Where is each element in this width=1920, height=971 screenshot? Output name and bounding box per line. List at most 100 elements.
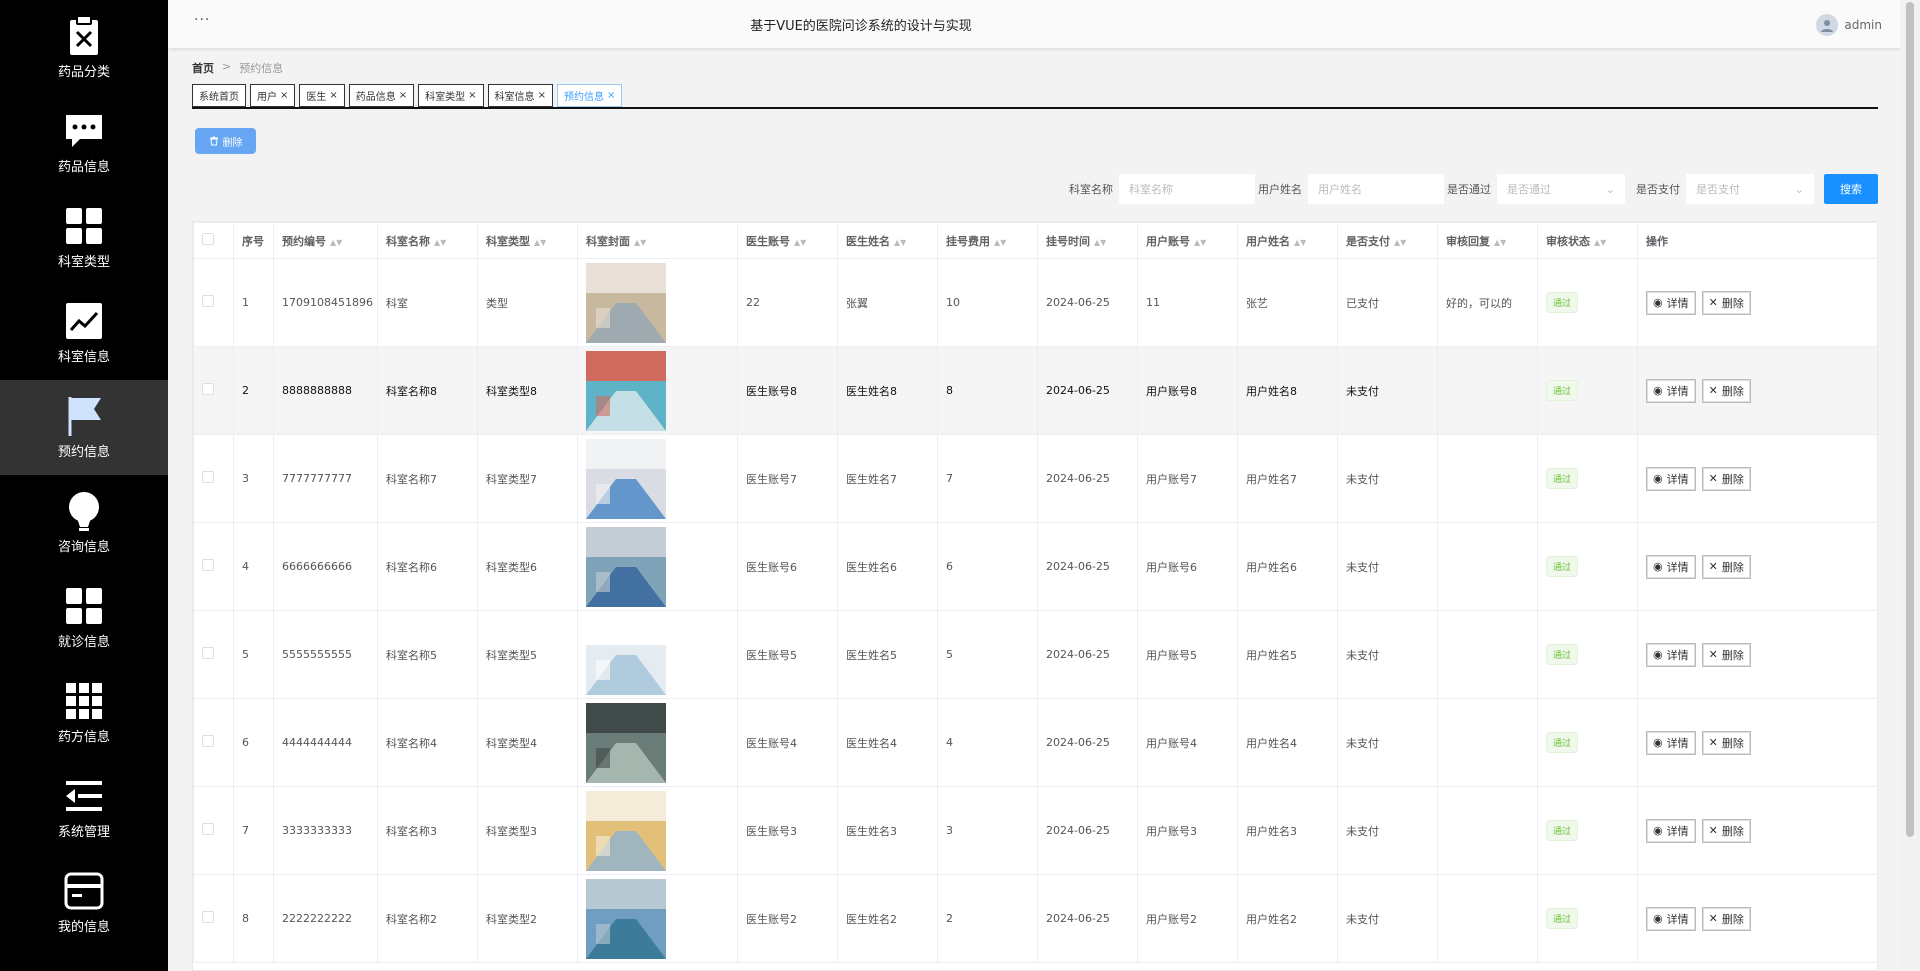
close-icon[interactable]: × <box>399 90 407 101</box>
detail-button[interactable]: ◉ 详情 <box>1646 290 1696 315</box>
sort-icon[interactable]: ▲▼ <box>1594 238 1606 247</box>
row-checkbox[interactable] <box>202 295 214 307</box>
table-row[interactable]: 1 1709108451896 科室 类型 22 张翼 10 2024-06-25 11 张艺 已支… <box>193 258 1877 347</box>
column-header[interactable]: 审核状态 ▲▼ <box>1537 222 1638 259</box>
column-header[interactable]: 审核回复 ▲▼ <box>1437 222 1538 259</box>
close-icon[interactable]: × <box>607 90 615 101</box>
department-cover-image[interactable] <box>586 262 666 343</box>
sort-icon[interactable]: ▲▼ <box>994 238 1006 247</box>
column-header[interactable]: 预约编号 ▲▼ <box>273 222 378 259</box>
sort-icon[interactable]: ▲▼ <box>330 238 342 247</box>
close-icon[interactable]: × <box>538 90 546 101</box>
row-checkbox[interactable] <box>202 823 214 835</box>
tab[interactable]: 用户 × <box>250 84 296 107</box>
tab[interactable]: 医生 × <box>299 84 345 107</box>
sort-icon[interactable]: ▲▼ <box>1394 238 1406 247</box>
column-header[interactable]: 科室封面 ▲▼ <box>577 222 738 259</box>
department-cover-image[interactable] <box>586 350 666 431</box>
sort-icon[interactable]: ▲▼ <box>634 238 646 247</box>
delete-button[interactable]: ✕ 删除 <box>1701 906 1751 931</box>
tab[interactable]: 药品信息 × <box>348 84 415 107</box>
row-checkbox[interactable] <box>202 383 214 395</box>
user-menu[interactable]: admin <box>1816 14 1882 36</box>
detail-button[interactable]: ◉ 详情 <box>1646 378 1696 403</box>
delete-button[interactable]: ✕ 删除 <box>1701 818 1751 843</box>
sort-icon[interactable]: ▲▼ <box>1094 238 1106 247</box>
column-header[interactable]: 医生账号 ▲▼ <box>737 222 838 259</box>
column-header[interactable]: 用户姓名 ▲▼ <box>1237 222 1338 259</box>
sidebar-item[interactable]: 药品信息 <box>0 95 168 190</box>
detail-button[interactable]: ◉ 详情 <box>1646 554 1696 579</box>
sidebar-item[interactable]: 药品分类 <box>0 0 168 95</box>
delete-button[interactable]: ✕ 删除 <box>1701 642 1751 667</box>
sort-icon[interactable]: ▲▼ <box>534 238 546 247</box>
sort-icon[interactable]: ▲▼ <box>894 238 906 247</box>
close-icon[interactable]: × <box>468 90 476 101</box>
sidebar-item[interactable]: 预约信息 <box>0 380 168 475</box>
column-header[interactable]: 挂号费用 ▲▼ <box>937 222 1038 259</box>
column-header[interactable]: 医生姓名 ▲▼ <box>837 222 938 259</box>
column-header[interactable]: 科室名称 ▲▼ <box>377 222 478 259</box>
table-row[interactable]: 5 5555555555 科室名称5 科室类型5 医生账号5 医生姓名5 5 2024-06-… <box>193 610 1877 699</box>
delete-button[interactable]: ✕ 删除 <box>1701 290 1751 315</box>
department-cover-image[interactable] <box>586 614 666 695</box>
batch-delete-button[interactable]: 删除 <box>195 128 256 154</box>
delete-button[interactable]: ✕ 删除 <box>1701 378 1751 403</box>
sort-icon[interactable]: ▲▼ <box>794 238 806 247</box>
department-cover-image[interactable] <box>586 526 666 607</box>
avatar[interactable] <box>1816 14 1839 36</box>
sort-icon[interactable]: ▲▼ <box>1194 238 1206 247</box>
sidebar-item[interactable]: 我的信息 <box>0 855 168 950</box>
delete-button[interactable]: ✕ 删除 <box>1701 466 1751 491</box>
breadcrumb-home[interactable]: 首页 <box>192 60 214 76</box>
row-checkbox[interactable] <box>202 647 214 659</box>
close-icon[interactable]: × <box>329 90 337 101</box>
sidebar-item[interactable]: 科室类型 <box>0 190 168 285</box>
sort-icon[interactable]: ▲▼ <box>1494 238 1506 247</box>
delete-button[interactable]: ✕ 删除 <box>1701 730 1751 755</box>
paid-select[interactable]: 是否支付 ⌄ <box>1686 174 1814 204</box>
sort-icon[interactable]: ▲▼ <box>434 238 446 247</box>
department-cover-image[interactable] <box>586 702 666 783</box>
sort-icon[interactable]: ▲▼ <box>1294 238 1306 247</box>
sidebar-item[interactable]: 科室信息 <box>0 285 168 380</box>
detail-button[interactable]: ◉ 详情 <box>1646 642 1696 667</box>
department-cover-image[interactable] <box>586 790 666 871</box>
username[interactable]: admin <box>1844 18 1882 32</box>
page-scrollbar[interactable] <box>1900 0 1920 971</box>
tab[interactable]: 系统首页 <box>192 84 246 107</box>
table-row[interactable]: 6 4444444444 科室名称4 科室类型4 医生账号4 医生姓名4 4 2024-06-… <box>193 698 1877 787</box>
detail-button[interactable]: ◉ 详情 <box>1646 466 1696 491</box>
row-checkbox[interactable] <box>202 911 214 923</box>
department-cover-image[interactable] <box>586 438 666 519</box>
detail-button[interactable]: ◉ 详情 <box>1646 730 1696 755</box>
close-icon[interactable]: × <box>280 90 288 101</box>
column-header[interactable]: 是否支付 ▲▼ <box>1337 222 1438 259</box>
department-cover-image[interactable] <box>586 878 666 959</box>
delete-button[interactable]: ✕ 删除 <box>1701 554 1751 579</box>
table-row[interactable]: 7 3333333333 科室名称3 科室类型3 医生账号3 医生姓名3 3 2024-06-… <box>193 786 1877 875</box>
dept-search-input[interactable]: 科室名称 <box>1119 174 1255 204</box>
search-button[interactable]: 搜索 <box>1824 174 1878 204</box>
row-checkbox[interactable] <box>202 735 214 747</box>
table-row[interactable]: 2 8888888888 科室名称8 科室类型8 医生账号8 医生姓名8 8 2024-06-… <box>193 346 1877 435</box>
scrollbar-thumb[interactable] <box>1906 2 1914 837</box>
column-header[interactable]: 用户账号 ▲▼ <box>1137 222 1238 259</box>
table-row[interactable]: 3 7777777777 科室名称7 科室类型7 医生账号7 医生姓名7 7 2024-06-… <box>193 434 1877 523</box>
sidebar-item[interactable]: 咨询信息 <box>0 475 168 570</box>
tab[interactable]: 科室信息 × <box>487 84 553 107</box>
tab[interactable]: 预约信息 × <box>556 84 623 107</box>
column-header[interactable]: 科室类型 ▲▼ <box>477 222 578 259</box>
detail-button[interactable]: ◉ 详情 <box>1646 906 1696 931</box>
table-row[interactable]: 4 6666666666 科室名称6 科室类型6 医生账号6 医生姓名6 6 2024-06-… <box>193 522 1877 611</box>
row-checkbox[interactable] <box>202 559 214 571</box>
sidebar-item[interactable]: 就诊信息 <box>0 570 168 665</box>
user-name-search-input[interactable]: 用户姓名 <box>1308 174 1444 204</box>
row-checkbox[interactable] <box>202 471 214 483</box>
table-row[interactable]: 8 2222222222 科室名称2 科室类型2 医生账号2 医生姓名2 2 2024-06-… <box>193 874 1877 963</box>
sidebar-item[interactable]: 药方信息 <box>0 665 168 760</box>
select-all-checkbox[interactable] <box>202 233 214 245</box>
detail-button[interactable]: ◉ 详情 <box>1646 818 1696 843</box>
approved-select[interactable]: 是否通过 ⌄ <box>1497 174 1625 204</box>
tab[interactable]: 科室类型 × <box>418 84 484 107</box>
